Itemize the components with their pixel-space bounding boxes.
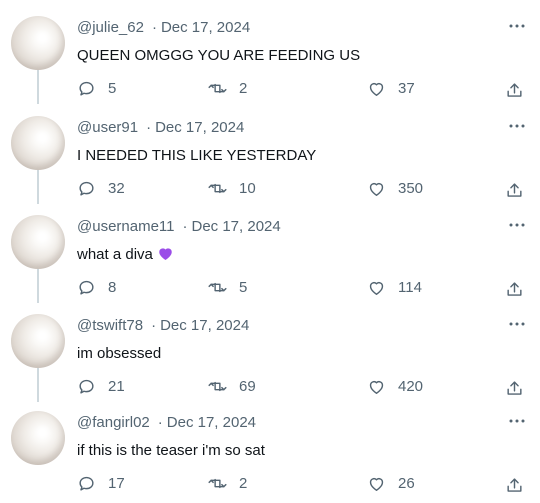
- like-button[interactable]: 114: [367, 276, 422, 298]
- reply-text: im obsessed: [77, 345, 162, 362]
- share-button[interactable]: [505, 79, 524, 101]
- reply-count: 32: [108, 179, 125, 197]
- like-button[interactable]: 350: [367, 177, 423, 199]
- reply-button[interactable]: 21: [77, 375, 125, 397]
- more-options-icon[interactable]: [509, 18, 525, 28]
- user-handle[interactable]: @username11: [77, 218, 175, 235]
- like-count: 350: [398, 179, 424, 197]
- reply-icon: [79, 181, 94, 196]
- meta-separator: ·: [182, 218, 188, 235]
- retweet-count: 5: [239, 278, 248, 296]
- share-icon: [507, 82, 522, 97]
- reply-count: 21: [108, 377, 125, 395]
- user-handle[interactable]: @tswift78: [77, 317, 143, 334]
- like-icon: [369, 281, 384, 295]
- reply-item[interactable]: @username11 · Dec 17, 2024 what a diva 8 5…: [0, 203, 540, 302]
- share-button[interactable]: [505, 377, 524, 399]
- like-icon: [369, 380, 384, 394]
- reply-icon: [79, 379, 94, 394]
- retweet-button[interactable]: 69: [208, 375, 256, 397]
- avatar[interactable]: [11, 215, 65, 269]
- retweet-button[interactable]: 5: [208, 276, 247, 298]
- meta-separator: ·: [151, 19, 157, 36]
- reply-date[interactable]: Dec 17, 2024: [160, 317, 249, 334]
- retweet-count: 2: [239, 474, 248, 492]
- reply-item[interactable]: @fangirl02 · Dec 17, 2024 if this is the t…: [0, 399, 540, 498]
- like-count: 26: [398, 474, 415, 492]
- reply-item[interactable]: @tswift78 · Dec 17, 2024 im obsessed 21 69…: [0, 302, 540, 401]
- retweet-icon: [208, 183, 227, 193]
- share-button[interactable]: [505, 474, 524, 496]
- reply-icon: [79, 280, 94, 295]
- reply-icon: [79, 476, 94, 491]
- reply-date[interactable]: Dec 17, 2024: [167, 414, 256, 431]
- like-count: 114: [398, 278, 422, 296]
- share-icon: [507, 477, 522, 492]
- reply-thread: @julie_62 · Dec 17, 2024 QUEEN OMGGG YOU A…: [0, 0, 540, 503]
- more-options-icon[interactable]: [509, 413, 525, 423]
- reply-text: QUEEN OMGGG YOU ARE FEEDING US: [77, 47, 361, 64]
- like-button[interactable]: 420: [367, 375, 423, 397]
- reply-meta: @fangirl02 · Dec 17, 2024: [77, 414, 256, 434]
- avatar[interactable]: [11, 16, 65, 70]
- reply-icon: [79, 81, 94, 96]
- user-handle[interactable]: @julie_62: [77, 19, 144, 36]
- retweet-icon: [208, 83, 227, 93]
- meta-separator: ·: [146, 119, 152, 136]
- reply-count: 5: [108, 79, 117, 97]
- meta-separator: ·: [151, 317, 157, 334]
- more-options-icon[interactable]: [509, 118, 525, 128]
- retweet-count: 69: [239, 377, 256, 395]
- reply-text: if this is the teaser i'm so sat: [77, 442, 265, 459]
- more-options-icon[interactable]: [509, 217, 525, 227]
- reply-button[interactable]: 8: [77, 276, 116, 298]
- reply-count: 17: [108, 474, 125, 492]
- reply-button[interactable]: 32: [77, 177, 125, 199]
- reply-meta: @julie_62 · Dec 17, 2024: [77, 19, 250, 39]
- like-count: 37: [398, 79, 415, 97]
- like-icon: [369, 182, 384, 196]
- share-button[interactable]: [505, 179, 524, 201]
- user-handle[interactable]: @fangirl02: [77, 414, 150, 431]
- reply-date[interactable]: Dec 17, 2024: [161, 19, 250, 36]
- like-count: 420: [398, 377, 424, 395]
- avatar[interactable]: [11, 116, 65, 170]
- reply-item[interactable]: @julie_62 · Dec 17, 2024 QUEEN OMGGG YOU A…: [0, 4, 540, 103]
- retweet-button[interactable]: 2: [208, 472, 247, 494]
- like-icon: [369, 477, 384, 491]
- reply-text: what a diva: [77, 246, 153, 263]
- avatar[interactable]: [11, 411, 65, 465]
- like-button[interactable]: 37: [367, 77, 415, 99]
- like-button[interactable]: 26: [367, 472, 415, 494]
- like-icon: [369, 82, 384, 96]
- reply-date[interactable]: Dec 17, 2024: [192, 218, 281, 235]
- retweet-icon: [208, 381, 227, 391]
- reply-text: I NEEDED THIS LIKE YESTERDAY: [77, 147, 317, 164]
- reply-button[interactable]: 5: [77, 77, 116, 99]
- user-handle[interactable]: @user91: [77, 119, 138, 136]
- purple-heart-emoji: [159, 248, 172, 261]
- retweet-count: 2: [239, 79, 248, 97]
- share-button[interactable]: [505, 278, 524, 300]
- reply-button[interactable]: 17: [77, 472, 125, 494]
- meta-separator: ·: [157, 414, 163, 431]
- retweet-count: 10: [239, 179, 256, 197]
- reply-count: 8: [108, 278, 117, 296]
- avatar[interactable]: [11, 314, 65, 368]
- reply-item[interactable]: @user91 · Dec 17, 2024 I NEEDED THIS LIKE …: [0, 104, 540, 203]
- share-icon: [507, 281, 522, 296]
- reply-meta: @username11 · Dec 17, 2024: [77, 218, 281, 238]
- reply-meta: @user91 · Dec 17, 2024: [77, 119, 244, 139]
- share-icon: [507, 182, 522, 197]
- retweet-icon: [208, 282, 227, 292]
- more-options-icon[interactable]: [509, 316, 525, 326]
- retweet-button[interactable]: 2: [208, 77, 247, 99]
- retweet-button[interactable]: 10: [208, 177, 256, 199]
- reply-date[interactable]: Dec 17, 2024: [155, 119, 244, 136]
- share-icon: [507, 380, 522, 395]
- retweet-icon: [208, 478, 227, 488]
- reply-meta: @tswift78 · Dec 17, 2024: [77, 317, 249, 337]
- reply-text-wrap: what a diva: [77, 245, 174, 265]
